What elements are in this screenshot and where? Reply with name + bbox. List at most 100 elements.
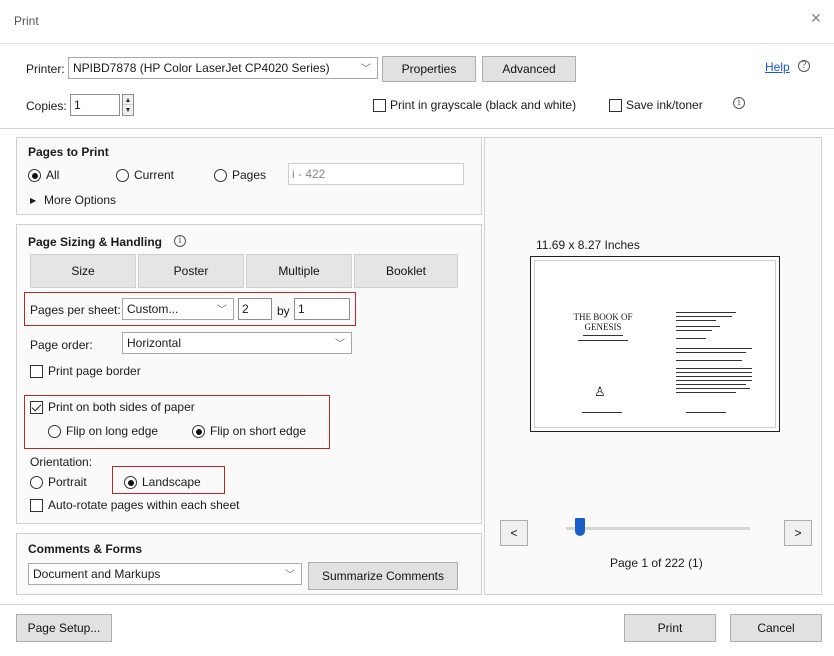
page-setup-button[interactable]: Page Setup... bbox=[16, 614, 112, 642]
printer-select[interactable]: NPIBD7878 (HP Color LaserJet CP4020 Seri… bbox=[68, 57, 378, 79]
prev-page-button[interactable]: < bbox=[500, 520, 528, 546]
both-sides-checkbox[interactable] bbox=[30, 401, 43, 414]
title-bar bbox=[0, 0, 834, 44]
radio-portrait[interactable] bbox=[30, 476, 43, 489]
comments-title: Comments & Forms bbox=[28, 542, 143, 556]
chevron-down-icon: ﹀ bbox=[217, 304, 227, 316]
preview-text-line bbox=[676, 392, 736, 393]
print-button[interactable]: Print bbox=[624, 614, 716, 642]
preview-text-line bbox=[676, 348, 752, 349]
comments-select[interactable]: Document and Markups ﹀ bbox=[28, 563, 302, 585]
summarize-comments-button[interactable]: Summarize Comments bbox=[308, 562, 458, 590]
help-circle-icon[interactable]: ? bbox=[798, 60, 810, 72]
rows-input[interactable]: 1 bbox=[294, 298, 350, 320]
chevron-down-icon: ﹀ bbox=[335, 338, 345, 350]
next-page-button[interactable]: > bbox=[784, 520, 812, 546]
tab-booklet[interactable]: Booklet bbox=[354, 254, 458, 288]
radio-current-label: Current bbox=[134, 168, 175, 182]
preview-text-line bbox=[676, 352, 746, 353]
preview-text-line bbox=[686, 412, 726, 413]
triangle-right-icon[interactable]: ▶ bbox=[30, 196, 36, 205]
landscape-label: Landscape bbox=[142, 475, 201, 489]
paper-size-label: 11.69 x 8.27 Inches bbox=[536, 238, 640, 252]
stepper-up-icon[interactable]: ▲ bbox=[123, 95, 133, 105]
radio-flip-long[interactable] bbox=[48, 425, 61, 438]
footer-divider bbox=[0, 604, 834, 605]
help-link[interactable]: Help bbox=[765, 60, 790, 74]
page-slider-track[interactable] bbox=[566, 527, 750, 530]
radio-all[interactable] bbox=[28, 169, 41, 182]
copies-label: Copies: bbox=[26, 99, 67, 113]
advanced-button[interactable]: Advanced bbox=[482, 56, 576, 82]
preview-text-line bbox=[583, 335, 623, 336]
book-title-line1: THE BOOK OF bbox=[573, 312, 633, 322]
pages-per-sheet-select[interactable]: Custom... ﹀ bbox=[122, 298, 234, 320]
preview-text-line bbox=[582, 412, 622, 413]
preview-text-line bbox=[676, 372, 752, 373]
print-border-checkbox[interactable] bbox=[30, 365, 43, 378]
both-sides-label: Print on both sides of paper bbox=[48, 400, 195, 414]
grayscale-label: Print in grayscale (black and white) bbox=[390, 98, 577, 112]
tab-size[interactable]: Size bbox=[30, 254, 136, 288]
radio-pages-label: Pages bbox=[232, 168, 267, 182]
cols-input[interactable]: 2 bbox=[238, 298, 272, 320]
preview-text-line bbox=[676, 380, 752, 381]
auto-rotate-checkbox[interactable] bbox=[30, 499, 43, 512]
auto-rotate-label: Auto-rotate pages within each sheet bbox=[48, 498, 240, 512]
preview-text-line bbox=[578, 340, 628, 341]
print-border-label: Print page border bbox=[48, 364, 141, 378]
stepper-down-icon[interactable]: ▼ bbox=[123, 105, 133, 115]
preview-text-line bbox=[676, 330, 712, 331]
copies-input[interactable]: 1 bbox=[70, 94, 120, 116]
page-sizing-title: Page Sizing & Handling bbox=[28, 235, 163, 249]
close-icon[interactable]: ✕ bbox=[808, 10, 824, 26]
preview-text-line bbox=[676, 316, 732, 317]
preview-text-line bbox=[676, 376, 752, 377]
save-ink-label: Save ink/toner bbox=[626, 98, 703, 112]
pages-to-print-title: Pages to Print bbox=[28, 145, 109, 159]
info-icon[interactable]: i bbox=[174, 235, 186, 247]
preview-text-line bbox=[676, 338, 706, 339]
properties-button[interactable]: Properties bbox=[382, 56, 476, 82]
printer-value: NPIBD7878 (HP Color LaserJet CP4020 Seri… bbox=[73, 61, 330, 75]
preview-text-line bbox=[676, 326, 720, 327]
pages-per-sheet-value: Custom... bbox=[127, 302, 179, 316]
page-info-label: Page 1 of 222 (1) bbox=[610, 556, 703, 570]
chevron-down-icon: ﹀ bbox=[285, 569, 295, 581]
copies-stepper[interactable]: ▲ ▼ bbox=[122, 94, 134, 116]
pages-range-input[interactable]: i - 422 bbox=[288, 163, 464, 185]
page-order-label: Page order: bbox=[30, 338, 93, 352]
printer-label: Printer: bbox=[26, 62, 65, 76]
flip-short-label: Flip on short edge bbox=[210, 424, 307, 438]
flip-long-label: Flip on long edge bbox=[66, 424, 159, 438]
header-divider bbox=[0, 128, 834, 129]
orientation-label: Orientation: bbox=[30, 455, 93, 469]
save-ink-checkbox[interactable] bbox=[609, 99, 622, 112]
page-slider-thumb[interactable] bbox=[574, 518, 585, 536]
preview-text-line bbox=[676, 388, 750, 389]
page-order-select[interactable]: Horizontal ﹀ bbox=[122, 332, 352, 354]
cancel-button[interactable]: Cancel bbox=[730, 614, 822, 642]
preview-sheet-inner bbox=[534, 260, 776, 428]
window-title: Print bbox=[14, 14, 39, 28]
comments-value: Document and Markups bbox=[33, 567, 161, 581]
preview-text-line bbox=[676, 368, 752, 369]
tab-multiple[interactable]: Multiple bbox=[246, 254, 352, 288]
by-label: by bbox=[277, 304, 290, 318]
book-title-line2: GENESIS bbox=[584, 322, 622, 332]
info-icon[interactable]: i bbox=[733, 97, 745, 109]
preview-text-line bbox=[676, 360, 742, 361]
pages-per-sheet-label: Pages per sheet: bbox=[30, 303, 121, 317]
radio-all-label: All bbox=[46, 168, 60, 182]
tab-poster[interactable]: Poster bbox=[138, 254, 244, 288]
chevron-down-icon: ﹀ bbox=[361, 63, 371, 75]
publisher-logo-icon: ♙ bbox=[594, 384, 606, 399]
more-options-link[interactable]: More Options bbox=[44, 193, 116, 207]
preview-text-line bbox=[676, 384, 746, 385]
radio-pages[interactable] bbox=[214, 169, 227, 182]
preview-text-line bbox=[676, 312, 736, 313]
radio-landscape[interactable] bbox=[124, 476, 137, 489]
radio-flip-short[interactable] bbox=[192, 425, 205, 438]
grayscale-checkbox[interactable] bbox=[373, 99, 386, 112]
radio-current[interactable] bbox=[116, 169, 129, 182]
